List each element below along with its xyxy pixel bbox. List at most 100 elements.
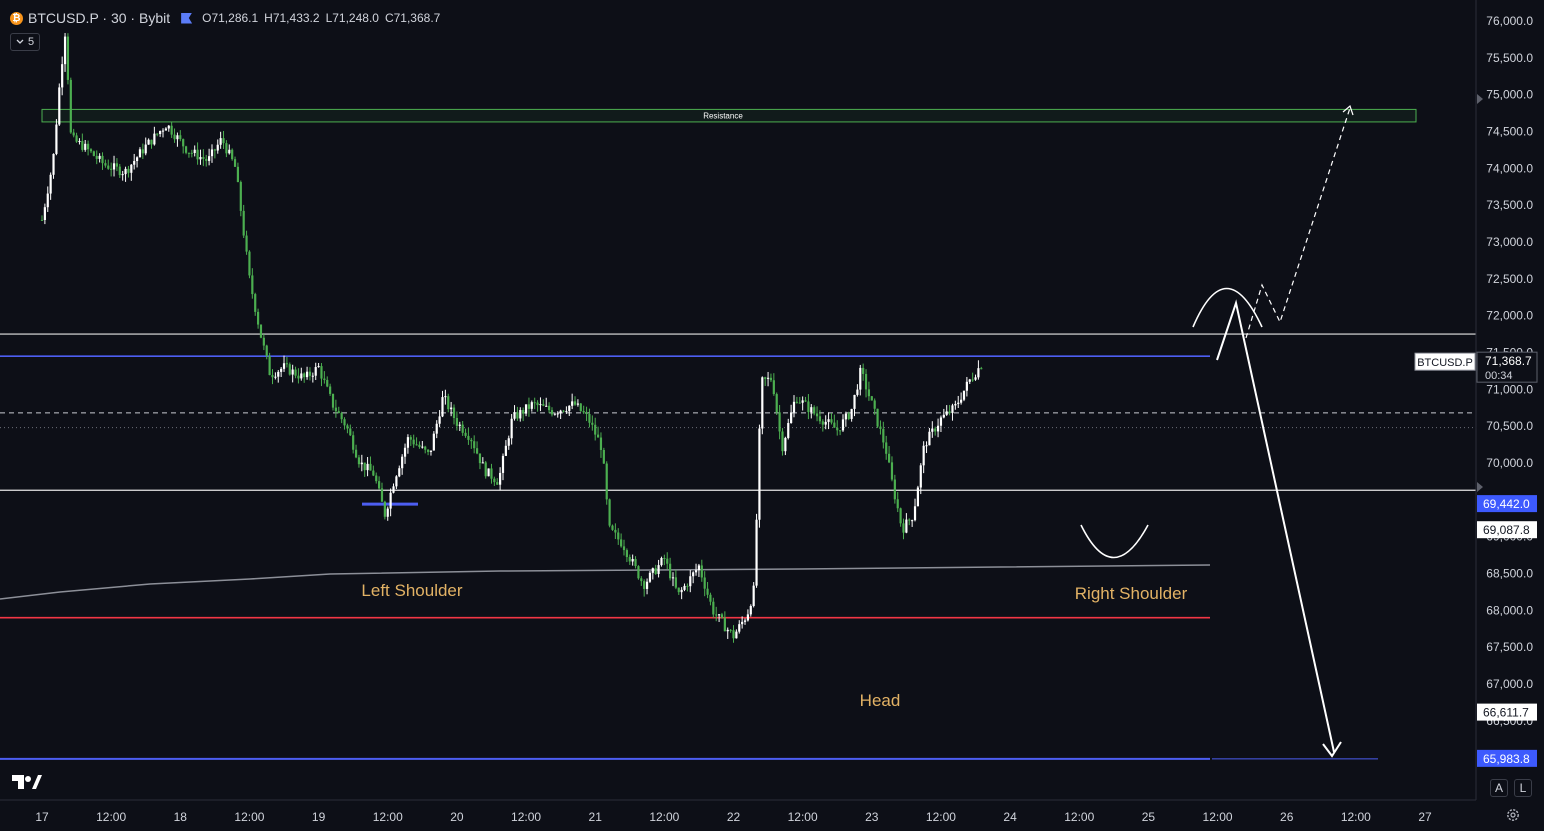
candle-body: [389, 492, 392, 509]
candle-body: [893, 479, 896, 500]
candle-body: [487, 468, 490, 477]
candle-body: [957, 402, 960, 404]
candle-body: [395, 476, 398, 487]
candle-body: [69, 79, 72, 133]
candle-body: [441, 397, 444, 417]
candle-body: [594, 424, 597, 435]
candle-body: [196, 149, 199, 160]
gear-icon[interactable]: [1505, 807, 1521, 823]
candle-body: [352, 435, 355, 450]
candle-body: [951, 405, 954, 414]
candle-body: [340, 413, 343, 420]
y-tick-label: 70,000.0: [1486, 456, 1533, 470]
candle-body: [40, 219, 44, 221]
candle-body: [576, 403, 580, 405]
candle-body: [274, 376, 277, 378]
candle-body: [337, 411, 340, 414]
candle-body: [107, 165, 110, 169]
candle-body: [599, 437, 603, 450]
auto-scale-button[interactable]: A: [1490, 779, 1508, 797]
indicator-collapse-button[interactable]: 5: [10, 33, 40, 51]
candle-body: [383, 501, 386, 517]
y-tick-label: 70,500.0: [1486, 419, 1533, 433]
candle-body: [683, 585, 686, 590]
candle-body: [308, 371, 312, 376]
candle-body: [141, 149, 144, 154]
candle-body: [980, 368, 983, 370]
candle-body: [810, 407, 813, 413]
candle-body: [187, 152, 191, 154]
candle-body: [326, 379, 329, 387]
candle-body: [464, 432, 467, 436]
candle-body: [92, 151, 95, 156]
bitcoin-icon: ₿: [10, 11, 23, 25]
candle-body: [571, 401, 574, 406]
candle-body: [346, 425, 349, 429]
x-tick-label: 12:00: [926, 810, 956, 824]
candle-body: [645, 581, 649, 589]
flag-icon[interactable]: [181, 12, 193, 24]
x-tick-label: 12:00: [373, 810, 403, 824]
candle-body: [902, 523, 905, 533]
candle-body: [899, 508, 902, 524]
price-chart[interactable]: Resistance Left Shoulder Head Right Shoulde…: [0, 0, 1544, 831]
candle-body: [539, 404, 542, 406]
candle-body: [363, 462, 366, 471]
candle-body: [620, 539, 623, 547]
candle-body: [398, 468, 401, 477]
candle-body: [617, 532, 620, 540]
candle-body: [66, 36, 70, 80]
candle-body: [939, 417, 943, 426]
countdown-label: 00:34: [1485, 370, 1513, 382]
candle-body: [925, 445, 928, 447]
y-tick-label: 68,500.0: [1486, 567, 1533, 581]
candle-body: [49, 174, 52, 194]
candle-body: [133, 161, 136, 165]
x-tick-label: 12:00: [1203, 810, 1233, 824]
candle-body: [470, 439, 473, 442]
candle-body: [84, 143, 87, 150]
candle-body: [496, 482, 499, 485]
candle-body: [369, 463, 372, 471]
candle-body: [700, 565, 703, 578]
candle-body: [297, 375, 300, 379]
candle-body: [654, 568, 657, 574]
candle-body: [239, 182, 242, 211]
candle-body: [876, 408, 879, 427]
candle-body: [484, 462, 487, 477]
candle-body: [651, 568, 654, 573]
candle-body: [380, 488, 384, 502]
candle-body: [231, 149, 234, 160]
candle-body: [550, 410, 554, 415]
candle-body: [156, 133, 159, 135]
candle-body: [282, 363, 286, 369]
candle-body: [519, 410, 522, 419]
y-tick-label: 71,000.0: [1486, 382, 1533, 396]
candle-body: [493, 478, 496, 483]
symbol-tag: BTCUSD.P: [1417, 357, 1473, 369]
candle-body: [833, 422, 836, 428]
candle-body: [63, 36, 67, 65]
candle-body: [954, 403, 957, 406]
symbol-title[interactable]: BTCUSD.P · 30 · Bybit: [28, 10, 170, 26]
candle-body: [179, 135, 182, 140]
candle-body: [300, 373, 303, 379]
tradingview-logo-icon[interactable]: [12, 775, 42, 794]
candle-body: [565, 411, 568, 413]
candle-body: [709, 594, 712, 602]
candle-body: [412, 439, 415, 445]
log-scale-button[interactable]: L: [1514, 779, 1532, 797]
candle-body: [144, 144, 147, 154]
candle-body: [403, 447, 407, 457]
candle-body: [81, 141, 84, 150]
candle-body: [447, 396, 450, 410]
candle-body: [415, 444, 418, 446]
candle-body: [559, 410, 562, 414]
candle-body: [104, 163, 107, 166]
x-tick-label: 25: [1142, 810, 1156, 824]
x-tick-label: 23: [865, 810, 879, 824]
candle-body: [510, 418, 513, 439]
candle-body: [839, 430, 842, 432]
candle-body: [568, 405, 571, 412]
candle-body: [965, 381, 968, 391]
